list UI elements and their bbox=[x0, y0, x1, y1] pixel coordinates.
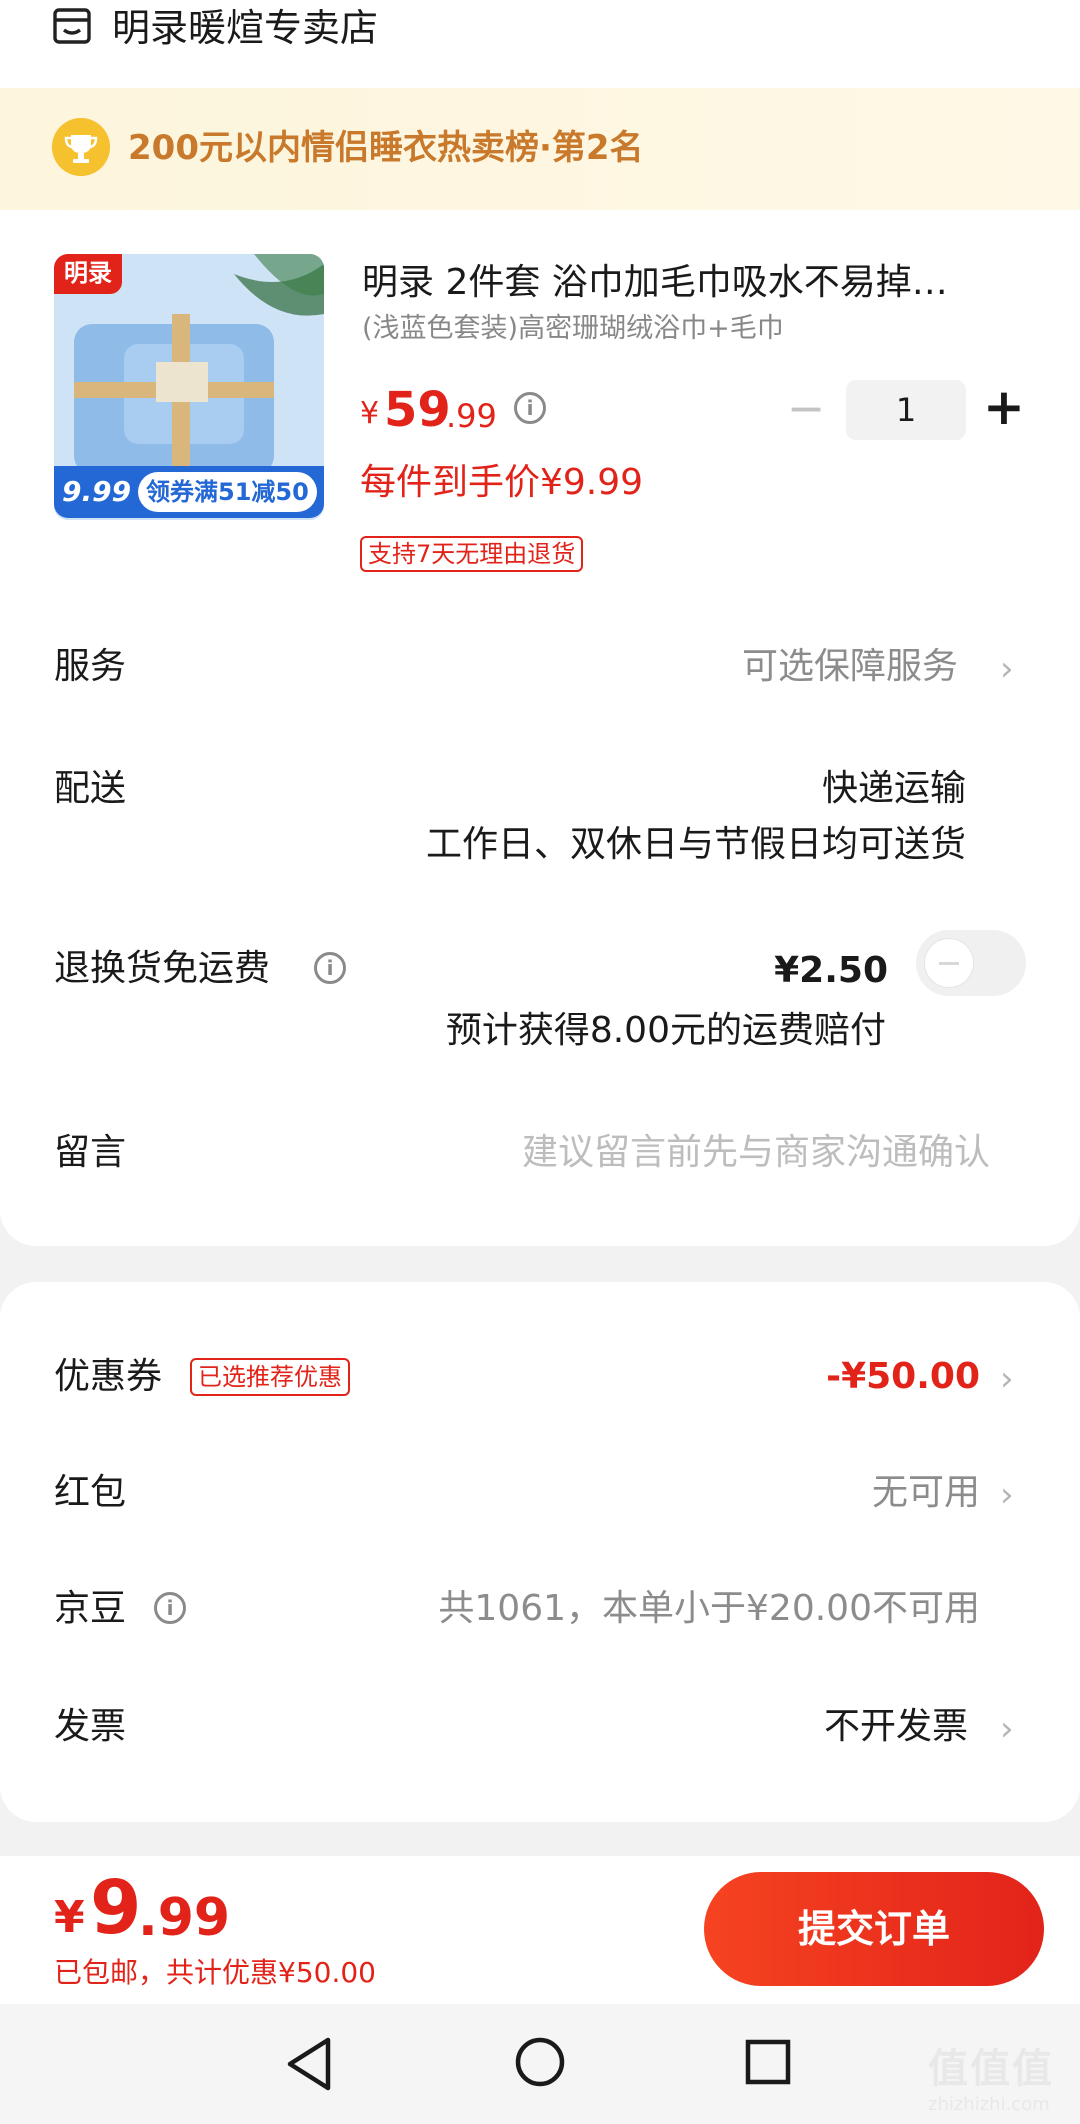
freight-note: 预计获得8.00元的运费赔付 bbox=[445, 1010, 886, 1051]
redpacket-chevron-icon[interactable]: › bbox=[1000, 1470, 1014, 1520]
quantity-input[interactable]: 1 bbox=[846, 380, 966, 440]
coupon-badge: 已选推荐优惠 bbox=[190, 1358, 350, 1396]
quantity-increase-button[interactable]: + bbox=[982, 380, 1026, 436]
total-symbol: ¥ bbox=[54, 1892, 85, 1943]
service-label: 服务 bbox=[54, 646, 127, 687]
back-icon[interactable] bbox=[284, 2036, 334, 2092]
price-integer: 59 bbox=[384, 382, 451, 438]
home-icon[interactable] bbox=[514, 2036, 566, 2088]
coupon-value[interactable]: -¥50.00 bbox=[826, 1352, 980, 1402]
promo-price: 9.99 bbox=[62, 475, 132, 508]
redpacket-label: 红包 bbox=[54, 1472, 127, 1513]
toggle-knob bbox=[924, 938, 974, 988]
invoice-label: 发票 bbox=[54, 1706, 127, 1747]
promo-strip: 9.99 领券满51减50 bbox=[54, 466, 324, 518]
recents-icon[interactable] bbox=[744, 2038, 792, 2086]
delivery-label: 配送 bbox=[54, 768, 127, 809]
brand-badge: 明录 bbox=[54, 254, 122, 294]
delivery-method[interactable]: 快递运输 bbox=[822, 764, 966, 814]
price-symbol: ¥ bbox=[360, 396, 380, 431]
service-chevron-icon[interactable]: › bbox=[1000, 644, 1014, 694]
message-label: 留言 bbox=[54, 1132, 127, 1173]
total-summary: 已包邮，共计优惠¥50.00 bbox=[54, 1956, 376, 1989]
delivery-schedule[interactable]: 工作日、双休日与节假日均可送货 bbox=[426, 820, 966, 870]
ranking-text: 200元以内情侣睡衣热卖榜·第2名 bbox=[128, 128, 644, 168]
trophy-icon bbox=[52, 118, 110, 176]
message-input[interactable]: 建议留言前先与商家沟通确认 bbox=[522, 1128, 990, 1178]
jingdou-label: 京豆 bbox=[54, 1588, 127, 1629]
freight-label: 退换货免运费 bbox=[54, 948, 271, 989]
total-integer: 9 bbox=[90, 1865, 142, 1951]
price-info-icon[interactable]: i bbox=[514, 392, 546, 424]
product-image[interactable]: 明录 9.99 领券满51减50 bbox=[54, 254, 324, 520]
coupon-label: 优惠券 bbox=[54, 1356, 163, 1397]
service-value[interactable]: 可选保障服务 bbox=[742, 642, 958, 692]
brand-text: 明录 bbox=[64, 259, 112, 287]
coupon-chevron-icon[interactable]: › bbox=[1000, 1354, 1014, 1404]
product-title[interactable]: 明录 2件套 浴巾加毛巾吸水不易掉… bbox=[362, 258, 1012, 308]
freight-toggle[interactable] bbox=[916, 930, 1026, 996]
promo-text: 领券满51减50 bbox=[138, 472, 317, 512]
jingdou-info-icon[interactable]: i bbox=[154, 1592, 186, 1624]
invoice-chevron-icon[interactable]: › bbox=[1000, 1704, 1014, 1754]
product-spec[interactable]: (浅蓝色套装)高密珊瑚绒浴巾+毛巾 bbox=[362, 310, 784, 348]
return-policy-badge: 支持7天无理由退货 bbox=[360, 536, 584, 572]
freight-info-icon[interactable]: i bbox=[314, 952, 346, 984]
freight-price: ¥2.50 bbox=[774, 950, 888, 991]
store-icon bbox=[53, 8, 91, 44]
unit-price: 每件到手价¥9.99 bbox=[360, 462, 644, 503]
submit-order-button[interactable]: 提交订单 bbox=[704, 1872, 1044, 1986]
site-watermark-url: zhizhizhi.com bbox=[928, 2094, 1050, 2115]
jingdou-value: 共1061，本单小于¥20.00不可用 bbox=[438, 1588, 980, 1629]
total-decimal: .99 bbox=[138, 1888, 231, 1948]
redpacket-value[interactable]: 无可用 bbox=[872, 1468, 980, 1518]
invoice-value[interactable]: 不开发票 bbox=[824, 1702, 968, 1752]
site-watermark: 值值值 bbox=[928, 2046, 1054, 2092]
price-decimal: .99 bbox=[446, 397, 497, 435]
quantity-decrease-button[interactable]: − bbox=[786, 385, 826, 434]
store-name[interactable]: 明录暖煊专卖店 bbox=[112, 2, 378, 54]
